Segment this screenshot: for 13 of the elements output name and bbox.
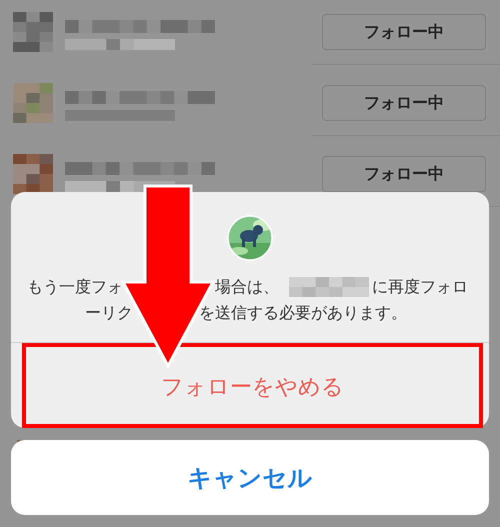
- pixelated-avatar: [13, 154, 53, 194]
- message-text: 場合は、: [215, 277, 279, 297]
- following-button[interactable]: フォロー中: [322, 156, 486, 192]
- pixelated-avatar: [13, 83, 53, 123]
- unfollow-button[interactable]: フォローをやめる: [26, 363, 479, 424]
- message-text: ーリク: [85, 303, 133, 323]
- message-text: を送信する必要があります。: [199, 303, 407, 323]
- cancel-button[interactable]: キャンセル: [11, 440, 489, 515]
- pixelated-avatar: [13, 12, 53, 52]
- following-button[interactable]: フォロー中: [322, 85, 486, 121]
- message-text: もう一度フォ: [27, 277, 123, 297]
- following-button[interactable]: フォロー中: [322, 14, 486, 50]
- message-text: に再度フォロ: [372, 277, 468, 297]
